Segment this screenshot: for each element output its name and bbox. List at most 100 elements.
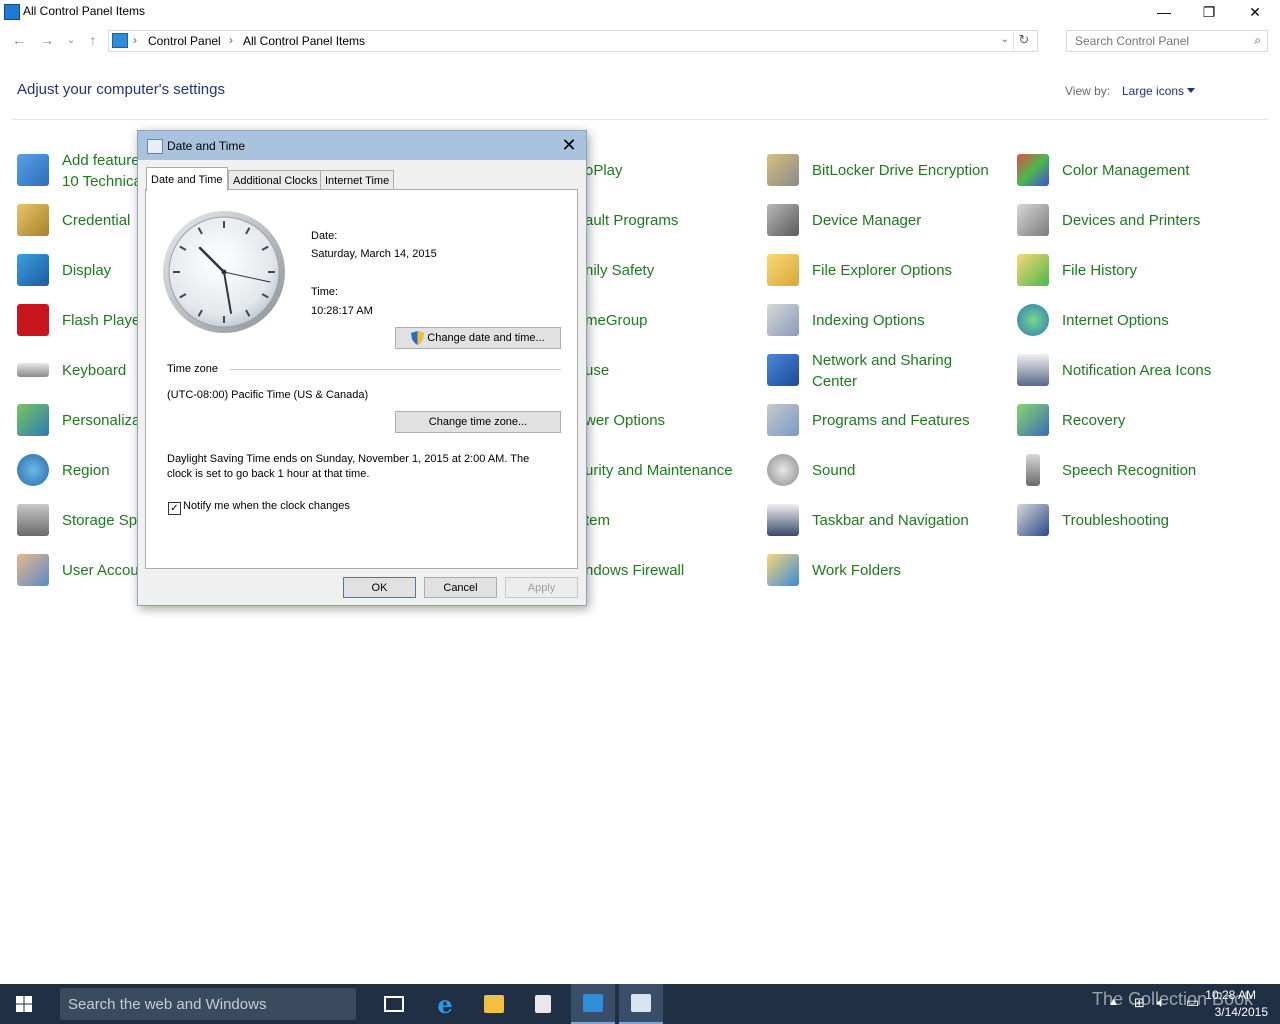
network-icon[interactable]: ⊞ [1134,995,1145,1011]
programs-icon [767,404,799,436]
bitlocker-icon [767,154,799,186]
chevron-down-icon[interactable]: ⌄ [1001,34,1009,45]
item-label: urity and Maintenance [585,462,733,479]
start-button[interactable] [0,984,48,1024]
timezone-group-label: Time zone [167,363,218,375]
search-input[interactable] [1073,33,1247,49]
file-explorer-icon [484,995,504,1013]
item-label: nily Safety [585,262,655,279]
taskbar: Search the web and Windows e The Collect… [0,984,1280,1024]
taskbar-store-button[interactable] [521,984,565,1024]
storage-icon [17,504,49,536]
item-label: Color Management [1062,162,1190,179]
indexing-icon [767,304,799,336]
shield-icon [411,331,425,345]
search-box[interactable]: ⌕ [1066,30,1268,52]
taskbar-file-explorer-button[interactable] [472,984,516,1024]
item-sound[interactable]: Sound [767,450,1007,490]
item-indexing-options[interactable]: Indexing Options [767,300,1007,340]
item-label: Network and Sharing [812,352,953,369]
breadcrumb-separator-icon[interactable]: › [133,33,137,47]
close-button[interactable]: ✕ [1232,0,1278,24]
item-device-manager[interactable]: Device Manager [767,200,1007,240]
taskbar-control-panel-button[interactable] [571,984,615,1024]
troubleshooting-icon [1017,504,1049,536]
personalization-icon [17,404,49,436]
date-value: Saturday, March 14, 2015 [311,248,437,260]
taskbar-time[interactable]: 10:28 AM [1205,988,1256,1002]
forward-arrow-icon[interactable]: → [38,31,56,49]
minimize-button[interactable]: — [1141,0,1187,24]
recent-locations-icon[interactable]: ⌄ [62,31,80,49]
item-label: File History [1062,262,1138,279]
tab-internet-time[interactable]: Internet Time [320,170,395,190]
close-icon[interactable]: ✕ [556,133,582,157]
work-folder-icon [767,554,799,586]
up-arrow-icon[interactable]: ↑ [84,31,102,49]
breadcrumb-control-panel[interactable]: Control Panel [148,34,221,48]
item-file-history[interactable]: File History [1017,250,1257,290]
view-by-dropdown[interactable]: Large icons [1122,84,1184,98]
tab-panel: Date: Saturday, March 14, 2015 Time: 10:… [145,189,578,569]
item-work-folders[interactable]: Work Folders [767,550,1007,590]
date-time-dialog: Date and Time ✕ Date and Time Additional… [137,130,587,606]
item-troubleshooting[interactable]: Troubleshooting [1017,500,1257,540]
item-label: Programs and Features [812,412,970,429]
taskbar-search-box[interactable]: Search the web and Windows [60,988,356,1020]
timezone-value: (UTC-08:00) Pacific Time (US & Canada) [167,389,369,401]
item-color-management[interactable]: Color Management [1017,150,1257,190]
item-speech-recognition[interactable]: Speech Recognition [1017,450,1257,490]
item-taskbar-navigation[interactable]: Taskbar and Navigation [767,500,1007,540]
item-internet-options[interactable]: Internet Options [1017,300,1257,340]
taskbar-ie-button[interactable]: e [423,984,467,1024]
search-icon[interactable]: ⌕ [1254,33,1261,48]
divider [12,119,1268,120]
show-hidden-icons-icon[interactable]: ▲ [1108,996,1119,1008]
dialog-titlebar[interactable]: Date and Time ✕ [138,131,586,160]
ok-button[interactable]: OK [343,577,416,598]
tab-date-and-time[interactable]: Date and Time [146,167,228,191]
credential-icon [17,204,49,236]
item-file-explorer-options[interactable]: File Explorer Options [767,250,1007,290]
task-view-button[interactable] [372,984,416,1024]
time-value: 10:28:17 AM [311,305,373,317]
caret-down-icon[interactable] [1187,88,1195,93]
cancel-button[interactable]: Cancel [424,577,497,598]
display-icon [17,254,49,286]
item-label: wer Options [585,412,666,429]
taskbar-icon [767,504,799,536]
window-titlebar: All Control Panel Items — ❐ ✕ [0,0,1280,24]
change-date-time-button[interactable]: Change date and time... [395,327,561,349]
item-programs-features[interactable]: Programs and Features [767,400,1007,440]
item-label: use [585,362,610,379]
item-notification-icons[interactable]: Notification Area Icons [1017,350,1257,390]
item-recovery[interactable]: Recovery [1017,400,1257,440]
item-label: Center [812,373,858,390]
breadcrumb-separator-icon[interactable]: › [229,33,233,47]
apply-button[interactable]: Apply [505,577,578,598]
item-devices-printers[interactable]: Devices and Printers [1017,200,1257,240]
address-bar[interactable]: › Control Panel › All Control Panel Item… [108,30,1038,52]
item-bitlocker[interactable]: BitLocker Drive Encryption [767,150,1007,190]
view-by-label: View by: [1065,84,1111,98]
page-title: Adjust your computer's settings [17,81,225,98]
tab-additional-clocks[interactable]: Additional Clocks [228,170,323,190]
taskbar-date[interactable]: 3/14/2015 [1215,1005,1268,1019]
refresh-icon[interactable]: ↻ [1013,32,1034,50]
restore-button[interactable]: ❐ [1186,0,1232,24]
keyboard-icon [17,363,49,377]
change-timezone-button[interactable]: Change time zone... [395,411,561,433]
group-divider [230,369,561,370]
windows-logo-icon [16,996,32,1012]
volume-icon[interactable]: 🔈︎ [1157,994,1165,1011]
notify-checkbox[interactable]: ✓ [168,502,181,515]
breadcrumb-all-items[interactable]: All Control Panel Items [243,34,365,48]
item-network-sharing[interactable]: Network and Sharing Center [767,350,1007,390]
internet-icon [1017,304,1049,336]
window-title: All Control Panel Items [23,4,146,18]
color-management-icon [1017,154,1049,186]
back-arrow-icon[interactable]: ← [10,31,28,49]
item-label: tem [585,512,611,529]
action-center-icon[interactable]: ▭ [1186,994,1199,1011]
taskbar-date-time-button[interactable] [619,984,663,1024]
